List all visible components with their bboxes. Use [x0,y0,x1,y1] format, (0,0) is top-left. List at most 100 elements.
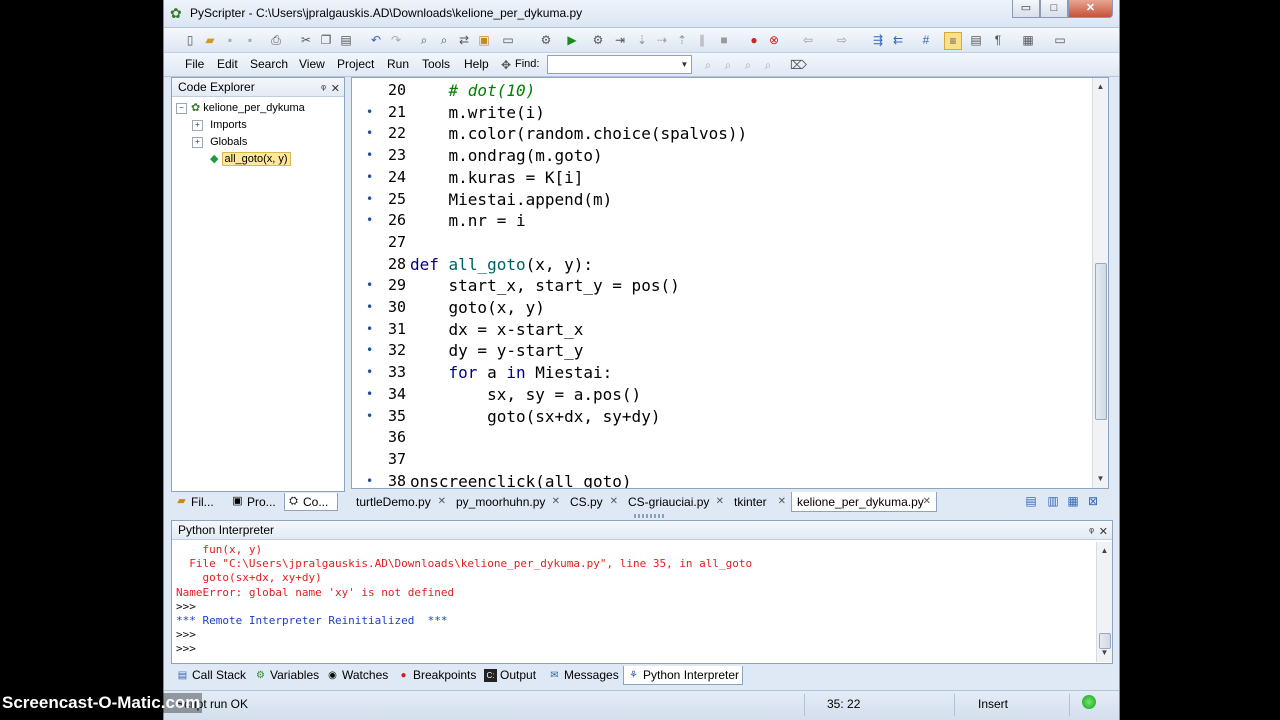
executable-line-marker[interactable]: • [366,362,374,383]
editor-tab[interactable]: tkinter ✕ [729,492,791,512]
code-line[interactable]: • 33 for a in Miestai: [352,362,1092,383]
code-line[interactable]: • 38 onscreenclick(all_goto) [352,471,1092,488]
tab-project-explorer[interactable]: ▣ Pro... [229,493,281,511]
code-line[interactable]: • 30 goto(x, y) [352,297,1092,318]
pause-icon[interactable]: ∥ [694,32,710,48]
split-view-icon[interactable]: ▥ [1045,493,1061,509]
scroll-up-icon[interactable]: ▲ [1097,544,1112,558]
line-numbers-icon[interactable]: ≡ [944,32,962,50]
code-line[interactable]: • 32 dy = y-start_y [352,340,1092,361]
show-special-chars-icon[interactable]: ¶ [990,32,1006,48]
save-all-icon[interactable]: ▪ [242,32,258,48]
tab-breakpoints[interactable]: ● Breakpoints [394,666,480,685]
code-line[interactable]: • 34 sx, sy = a.pos() [352,384,1092,405]
executable-line-marker[interactable]: • [366,340,374,361]
tab-messages[interactable]: ✉ Messages [545,666,621,685]
goto-line-icon[interactable]: ▣ [476,32,492,48]
incremental-search-icon[interactable]: ⌦ [790,57,807,73]
menu-help[interactable]: Help [464,57,489,71]
tab-variables[interactable]: ⚙ Variables [251,666,323,685]
close-tab-icon[interactable]: ✕ [610,492,618,512]
new-tab-icon[interactable]: ▦ [1065,493,1081,509]
code-line[interactable]: • 21 m.write(i) [352,102,1092,123]
close-tab-icon[interactable]: ✕ [552,492,560,512]
undo-icon[interactable]: ↶ [368,32,384,48]
executable-line-marker[interactable]: • [366,297,374,318]
tab-call-stack[interactable]: ▤ Call Stack [173,666,251,685]
code-line[interactable]: • 29 start_x, start_y = pos() [352,275,1092,296]
close-tab-icon[interactable]: ✕ [716,492,724,512]
editor-tab[interactable]: py_moorhuhn.py ✕ [451,492,565,512]
executable-line-marker[interactable]: • [366,102,374,123]
executable-line-marker[interactable]: • [366,145,374,166]
expand-icon[interactable]: + [192,119,203,131]
executable-line-marker[interactable]: • [366,123,374,144]
menu-tools[interactable]: Tools [422,57,450,71]
menu-file[interactable]: File [185,57,204,71]
debug-run-icon[interactable]: ⚙ [590,32,606,48]
tree-item-function[interactable]: ◆ all_goto(x, y) [210,151,291,167]
highlight-icon[interactable]: ⌕ [740,57,756,73]
indent-icon[interactable]: ⇶ [870,32,886,48]
copy-icon[interactable]: ❐ [318,32,334,48]
step-over-icon[interactable]: ⇢ [654,32,670,48]
close-tab-icon[interactable]: ✕ [778,492,786,512]
toggle-breakpoint-icon[interactable]: ● [746,32,762,48]
code-line[interactable]: • 31 dx = x-start_x [352,319,1092,340]
layout-icon[interactable]: ▦ [1020,32,1036,48]
code-line[interactable]: • 35 goto(sx+dx, sy+dy) [352,406,1092,427]
find-icon[interactable]: ⌕ [416,32,432,48]
minimize-button[interactable]: ▭ [1012,0,1040,18]
view-icon[interactable]: ▭ [1052,32,1068,48]
open-file-icon[interactable]: ▰ [202,32,218,48]
new-file-icon[interactable]: ▯ [182,32,198,48]
executable-line-marker[interactable]: • [366,167,374,188]
code-line[interactable]: • 22 m.color(random.choice(spalvos)) [352,123,1092,144]
forward-icon[interactable]: ⇨ [834,32,850,48]
tab-python-interpreter[interactable]: ⚘ Python Interpreter [623,666,743,685]
maximize-button[interactable]: □ [1040,0,1068,18]
code-editor[interactable]: 20 # dot(10) • 21 m.write(i) • 22 m.color(ra… [351,77,1109,489]
tab-watches[interactable]: ◉ Watches [323,666,393,685]
paste-icon[interactable]: ▤ [338,32,354,48]
python-interpreter-panel[interactable]: Python Interpreter ᵠ ✕ fun(x, y) File "C… [171,520,1113,664]
tab-list-icon[interactable]: ▤ [1023,493,1039,509]
code-line[interactable]: 28 def all_goto(x, y): [352,254,1092,275]
find-input[interactable]: ▼ [547,55,692,74]
tree-item-imports[interactable]: + Imports [192,117,247,133]
splitter-grip[interactable] [634,514,664,518]
find-dropdown-icon[interactable]: ▼ [678,56,691,73]
pin-icon[interactable]: ᵠ [1089,523,1094,542]
step-out-icon[interactable]: ⇡ [674,32,690,48]
menu-view[interactable]: View [299,57,325,71]
debug-icon[interactable]: ⚙ [538,32,554,48]
panel-close-icon[interactable]: ✕ [331,80,340,99]
code-line[interactable]: • 26 m.nr = i [352,210,1092,231]
tab-file-explorer[interactable]: ▰ Fil... [173,493,225,511]
step-into-icon[interactable]: ⇣ [634,32,650,48]
executable-line-marker[interactable]: • [366,275,374,296]
find-next-icon[interactable]: ⌕ [436,32,452,48]
editor-scrollbar[interactable]: ▲ ▼ [1092,78,1108,488]
comment-icon[interactable]: # [918,32,934,48]
menu-run[interactable]: Run [387,57,409,71]
menu-edit[interactable]: Edit [217,57,238,71]
collapse-icon[interactable]: − [176,102,187,114]
tab-code-explorer[interactable]: ⛭ Co... [284,493,338,511]
executable-line-marker[interactable]: • [366,319,374,340]
executable-line-marker[interactable]: • [366,384,374,405]
abort-icon[interactable]: ■ [716,32,732,48]
save-icon[interactable]: ▪ [222,32,238,48]
editor-tab[interactable]: CS-griauciai.py ✕ [623,492,729,512]
executable-line-marker[interactable]: • [366,471,374,488]
editor-tab-active[interactable]: kelione_per_dykuma.py ✕ [791,492,937,512]
interpreter-scrollbar[interactable]: ▲ ▼ [1096,542,1112,662]
executable-line-marker[interactable]: • [366,189,374,210]
tab-output[interactable]: C: Output [481,666,543,685]
code-line[interactable]: 20 # dot(10) [352,80,1092,101]
close-tab-icon[interactable]: ✕ [438,492,446,512]
close-all-tabs-icon[interactable]: ⊠ [1085,493,1101,509]
dedent-icon[interactable]: ⇇ [890,32,906,48]
close-tab-icon[interactable]: ✕ [923,492,931,512]
word-wrap-icon[interactable]: ▤ [968,32,984,48]
